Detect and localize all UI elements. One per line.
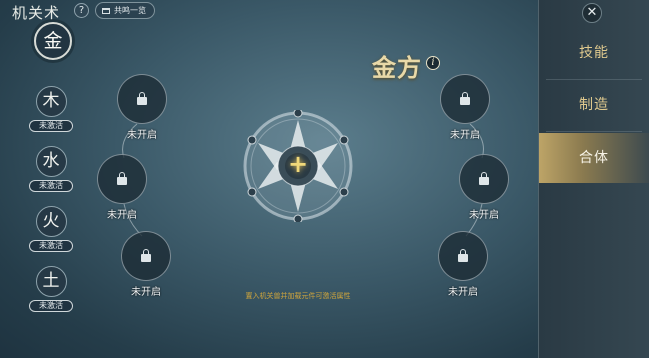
- lock-icon: [460, 92, 470, 105]
- slot-ring: [117, 74, 167, 124]
- add-core-plus-icon[interactable]: +: [287, 152, 309, 176]
- info-icon[interactable]: i: [426, 56, 440, 70]
- tab-divider: [546, 131, 642, 132]
- lock-icon: [117, 172, 127, 185]
- lock-icon: [141, 249, 151, 262]
- slot-status-label: 未开启: [450, 130, 480, 141]
- slot-status-label: 未开启: [127, 130, 157, 141]
- section-title: 金方: [372, 53, 422, 82]
- slot-status-label: 未开启: [107, 210, 137, 221]
- slot-ring: [438, 231, 488, 281]
- slot-right-top[interactable]: 未开启: [439, 74, 491, 141]
- tab-skills[interactable]: 技能: [539, 28, 649, 78]
- slot-right-bottom[interactable]: 未开启: [437, 231, 489, 298]
- lock-icon: [479, 172, 489, 185]
- slot-left-bottom[interactable]: 未开启: [120, 231, 172, 298]
- slot-left-top[interactable]: 未开启: [116, 74, 168, 141]
- slot-ring: [97, 154, 147, 204]
- tab-combine[interactable]: 合体: [539, 133, 649, 183]
- slot-ring: [459, 154, 509, 204]
- lock-icon: [458, 249, 468, 262]
- slot-ring: [440, 74, 490, 124]
- slot-status-label: 未开启: [469, 210, 499, 221]
- slot-ring: [121, 231, 171, 281]
- tab-crafting[interactable]: 制造: [539, 80, 649, 130]
- slot-right-middle[interactable]: 未开启: [458, 154, 510, 221]
- close-icon[interactable]: ✕: [582, 3, 602, 23]
- slot-left-middle[interactable]: 未开启: [96, 154, 148, 221]
- lock-icon: [137, 92, 147, 105]
- activation-hint: 置入机关兽并加载元件可激活属性: [245, 292, 351, 300]
- slot-status-label: 未开启: [131, 287, 161, 298]
- slot-status-label: 未开启: [448, 287, 478, 298]
